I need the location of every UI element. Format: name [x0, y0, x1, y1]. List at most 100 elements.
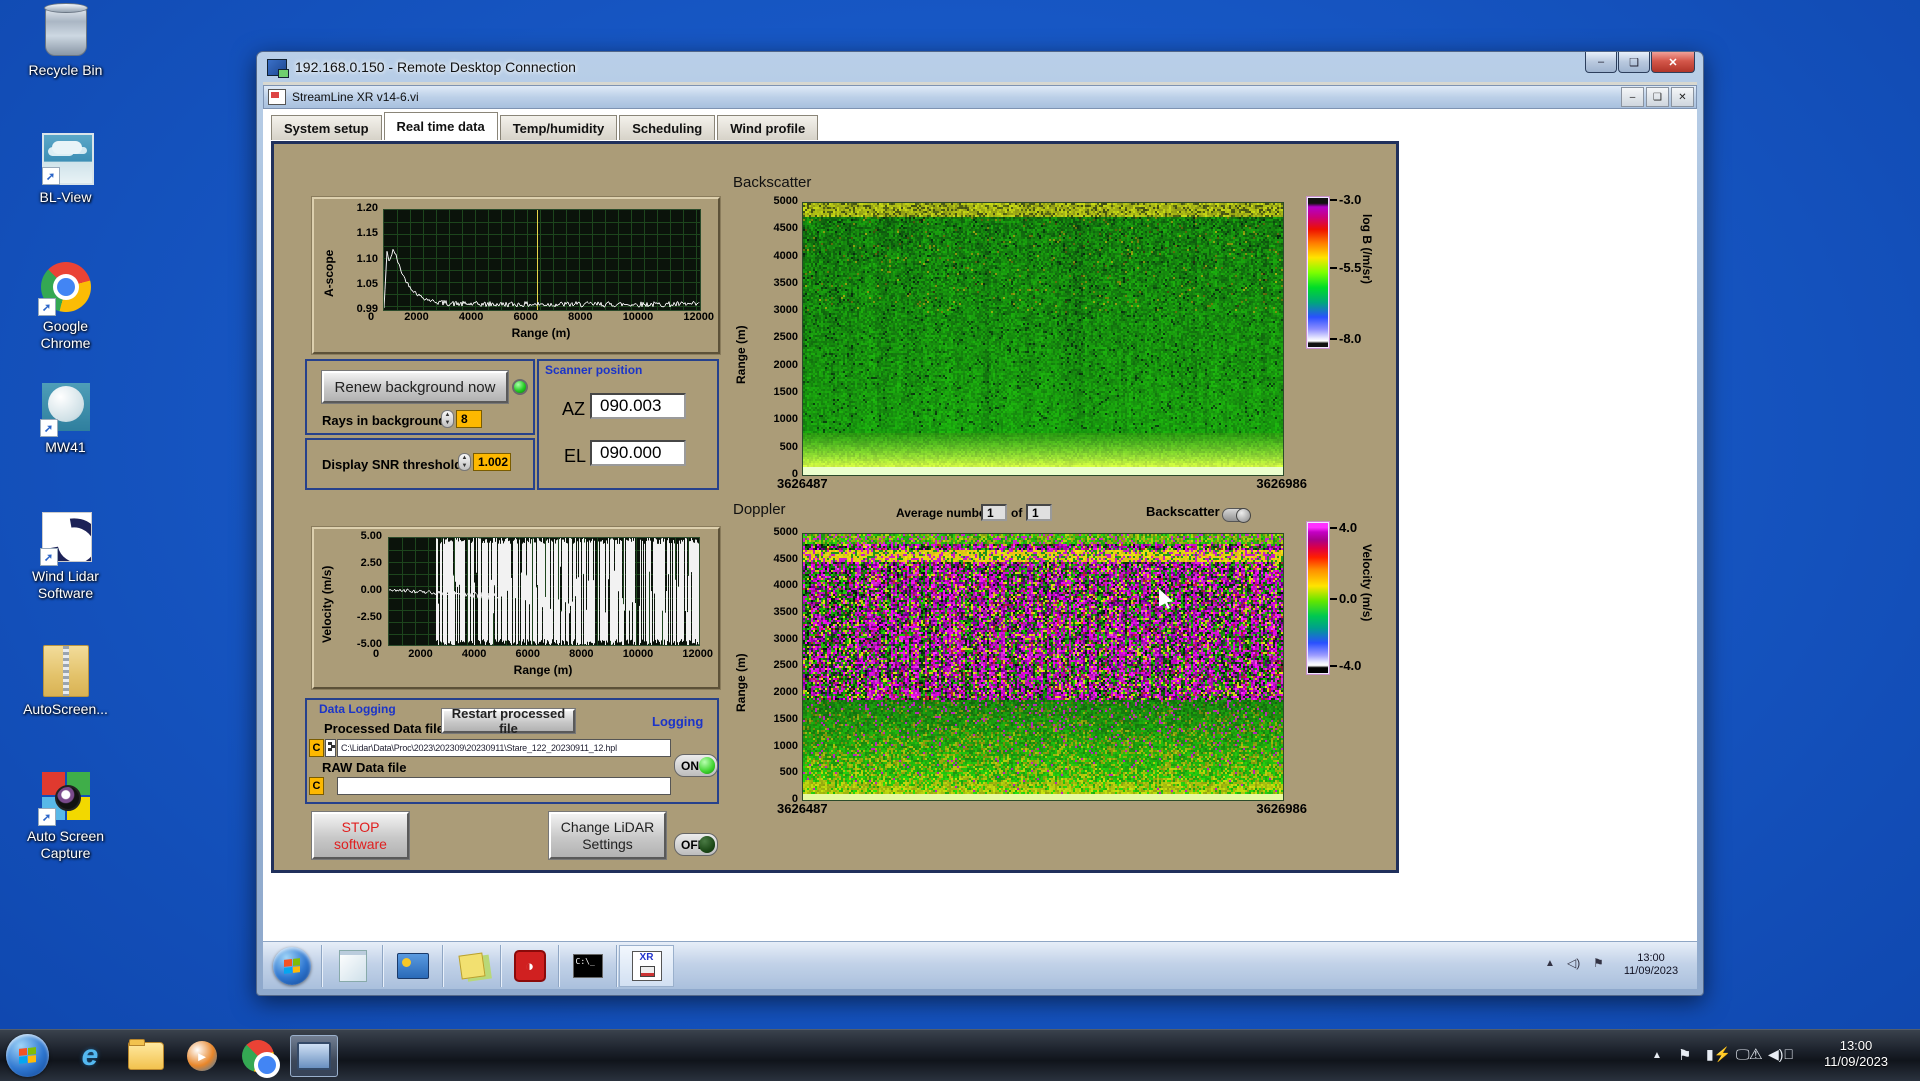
- desktop-icon-autoscreen[interactable]: AutoScreen...: [18, 645, 113, 718]
- backscatter-toggle-switch[interactable]: [1222, 508, 1251, 523]
- average-number-field[interactable]: 1: [981, 504, 1007, 521]
- taskbar-clock[interactable]: 13:00 11/09/2023: [1800, 1038, 1912, 1070]
- x-tick: 2000: [404, 311, 429, 323]
- sticky-notes-icon: [457, 952, 486, 980]
- stop-line1: STOP: [341, 818, 380, 835]
- autoscreen-zip-icon: [42, 645, 89, 697]
- change-lidar-settings-button[interactable]: Change LiDAR Settings: [549, 812, 666, 859]
- desktop-icon-recycle-bin[interactable]: Recycle Bin: [18, 3, 113, 79]
- raw-drive-badge[interactable]: C: [309, 777, 324, 795]
- y-tick: 5000: [773, 526, 798, 538]
- tray-volume-muted-icon[interactable]: ◀)⃠: [1768, 1046, 1794, 1063]
- doppler-y-ticks: 5000 4500 4000 3500 3000 2500 2000 1500 …: [754, 527, 798, 805]
- desktop-icon-wind-lidar[interactable]: ➚ Wind Lidar Software: [18, 512, 113, 602]
- xr-app-icon: XR: [631, 951, 662, 981]
- tray-network-icon[interactable]: 🖵⚠: [1736, 1046, 1762, 1063]
- background-controls-group: Renew background now Rays in background …: [305, 359, 535, 435]
- remote-tray-expand-icon[interactable]: ▲: [1545, 958, 1555, 969]
- taskbar-media-player[interactable]: ►: [178, 1035, 226, 1077]
- stop-software-button[interactable]: STOP software: [312, 812, 409, 859]
- remote-clock[interactable]: 13:00 11/09/2023: [1611, 952, 1691, 978]
- start-button[interactable]: [6, 1034, 49, 1077]
- az-value-field[interactable]: 090.003: [590, 393, 686, 419]
- y-tick: -2.50: [356, 611, 382, 623]
- desktop-icon-auto-screen-capture[interactable]: ➚ Auto Screen Capture: [18, 772, 113, 862]
- tab-scheduling[interactable]: Scheduling: [619, 115, 716, 140]
- remote-speaker-icon[interactable]: ◁): [1567, 956, 1580, 970]
- ascope-x-ticks: 0 2000 4000 6000 8000 10000 12000: [368, 312, 714, 323]
- rdp-titlebar[interactable]: 192.168.0.150 - Remote Desktop Connectio…: [257, 52, 1713, 82]
- x-tick: 0: [373, 648, 380, 660]
- doppler-y-axis-label: Range (m): [734, 653, 748, 712]
- desktop-icon-label: AutoScreen...: [23, 701, 108, 717]
- doppler-heatmap[interactable]: [802, 533, 1284, 801]
- desktop-icon-google-chrome[interactable]: ➚ Google Chrome: [18, 262, 113, 352]
- desktop-icon-mw41[interactable]: ➚ MW41: [18, 383, 113, 456]
- close-button[interactable]: ✕: [1651, 52, 1695, 73]
- close-icon: ✕: [1668, 56, 1678, 69]
- rays-spinner[interactable]: ▲ ▼: [441, 410, 454, 428]
- y-tick: 4500: [773, 552, 798, 565]
- tray-flag-icon[interactable]: ⚑: [1678, 1046, 1691, 1064]
- backscatter-heatmap[interactable]: [802, 202, 1284, 476]
- el-value-field[interactable]: 090.000: [590, 440, 686, 466]
- y-tick: 3000: [773, 304, 798, 317]
- y-tick: 1.05: [356, 277, 378, 290]
- remote-taskbar-sticky-notes[interactable]: [445, 945, 498, 987]
- y-tick: 1500: [773, 712, 798, 725]
- spinner-down-icon[interactable]: ▼: [462, 462, 468, 470]
- raw-logging-toggle[interactable]: OFF: [674, 833, 718, 856]
- doppler-colorbar: [1307, 522, 1329, 674]
- spinner-up-icon[interactable]: ▲: [462, 454, 468, 462]
- spinner-down-icon[interactable]: ▼: [445, 419, 451, 427]
- remote-clock-date: 11/09/2023: [1623, 965, 1679, 977]
- notepad-icon: [338, 950, 367, 982]
- desktop-icon-bl-view[interactable]: ➚ BL-View: [18, 133, 113, 206]
- taskbar-chrome[interactable]: [234, 1035, 282, 1078]
- rdp-client-area: StreamLine XR v14-6.vi – ❑ ✕ System setu…: [263, 82, 1697, 989]
- tab-system-setup[interactable]: System setup: [271, 115, 382, 140]
- explorer-folder-icon: [128, 1039, 164, 1070]
- remote-taskbar-display-settings[interactable]: [385, 945, 440, 987]
- processed-path-field[interactable]: C:\Lidar\Data\Proc\2023\202309\20230911\…: [337, 739, 671, 757]
- snr-value-field[interactable]: 1.002: [473, 453, 511, 471]
- app-titlebar[interactable]: StreamLine XR v14-6.vi: [263, 85, 1697, 109]
- average-count-field[interactable]: 1: [1026, 504, 1052, 521]
- tab-wind-profile[interactable]: Wind profile: [717, 115, 819, 140]
- maximize-button[interactable]: ❑: [1618, 52, 1650, 73]
- colorbar-tick: -8.0: [1330, 331, 1361, 346]
- raw-path-field[interactable]: [337, 777, 671, 795]
- rays-value-field[interactable]: 8: [456, 410, 482, 428]
- desktop-icon-label: BL-View: [39, 189, 92, 205]
- tray-expand-icon[interactable]: ▲: [1652, 1050, 1662, 1061]
- minimize-icon: –: [1597, 56, 1605, 68]
- tray-battery-icon[interactable]: ▮⚡: [1706, 1046, 1731, 1063]
- remote-flag-icon[interactable]: ⚑: [1593, 956, 1604, 970]
- tab-temp-humidity[interactable]: Temp/humidity: [499, 115, 618, 140]
- processed-drive-badge[interactable]: C: [309, 739, 324, 757]
- stop-line2: software: [334, 835, 387, 852]
- taskbar-rdp-active[interactable]: [290, 1035, 338, 1077]
- on-led-icon: [699, 757, 715, 774]
- remote-taskbar-xr-app[interactable]: XR: [619, 945, 674, 987]
- remote-taskbar-power[interactable]: ◑: [503, 945, 556, 987]
- x-tick: 3626986: [1256, 476, 1307, 491]
- restart-processed-file-button[interactable]: Restart processed file: [442, 706, 575, 736]
- remote-taskbar-notepad[interactable]: [325, 945, 380, 987]
- processed-path-browse-icon[interactable]: [325, 739, 336, 757]
- app-minimize-button[interactable]: –: [1621, 87, 1644, 107]
- renew-background-button[interactable]: Renew background now: [322, 371, 508, 403]
- processed-logging-toggle[interactable]: ON: [674, 754, 718, 777]
- remote-start-button[interactable]: [273, 947, 311, 985]
- app-close-button[interactable]: ✕: [1671, 87, 1694, 107]
- spinner-up-icon[interactable]: ▲: [445, 411, 451, 419]
- clock-time: 13:00: [1839, 1038, 1873, 1053]
- taskbar-explorer[interactable]: [122, 1035, 170, 1077]
- snr-spinner[interactable]: ▲ ▼: [458, 453, 471, 471]
- minimize-button[interactable]: –: [1585, 52, 1617, 73]
- data-logging-title: Data Logging: [319, 702, 396, 716]
- tab-real-time-data[interactable]: Real time data: [383, 112, 498, 140]
- taskbar-ie[interactable]: e: [66, 1035, 114, 1077]
- app-maximize-button[interactable]: ❑: [1646, 87, 1669, 107]
- remote-taskbar-cmd[interactable]: C:\_: [561, 945, 614, 987]
